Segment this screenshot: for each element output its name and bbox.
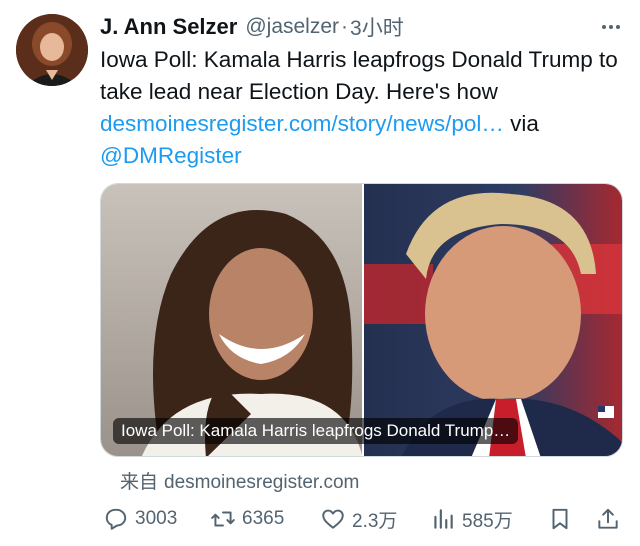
separator: · — [341, 15, 349, 38]
card-image — [101, 184, 622, 456]
display-name[interactable]: J. Ann Selzer — [100, 14, 237, 40]
retweet-count: 6365 — [242, 508, 285, 529]
views-button[interactable]: 585万 — [430, 506, 513, 533]
share-button[interactable] — [595, 506, 621, 532]
timestamp[interactable]: 3小时 — [350, 12, 404, 42]
like-button[interactable]: 2.3万 — [320, 506, 397, 533]
action-bar: 3003 6365 2.3万 585万 — [100, 502, 625, 536]
bookmark-icon — [552, 508, 568, 530]
article-link[interactable]: desmoinesregister.com/story/news/pol… — [100, 111, 504, 136]
avatar-image — [16, 14, 88, 86]
retweet-button[interactable]: 6365 — [210, 506, 284, 532]
retweet-icon — [211, 511, 235, 527]
avatar[interactable] — [16, 14, 88, 86]
views-icon — [434, 509, 453, 529]
share-icon — [598, 508, 618, 529]
like-count: 2.3万 — [352, 510, 398, 532]
reply-button[interactable]: 3003 — [103, 506, 177, 532]
tweet-text-via: via — [503, 111, 539, 136]
user-handle[interactable]: @jaselzer — [245, 15, 339, 39]
mention-link[interactable]: @DMRegister — [100, 143, 242, 168]
card-source[interactable]: 来自 desmoinesregister.com — [120, 467, 359, 494]
more-icon[interactable] — [602, 12, 620, 42]
reply-icon — [105, 508, 127, 530]
card-caption: Iowa Poll: Kamala Harris leapfrogs Donal… — [113, 418, 519, 444]
link-card[interactable]: Iowa Poll: Kamala Harris leapfrogs Donal… — [100, 183, 623, 457]
tweet-text-body: Iowa Poll: Kamala Harris leapfrogs Donal… — [100, 47, 618, 104]
views-count: 585万 — [462, 510, 513, 532]
bookmark-button[interactable] — [547, 506, 573, 532]
reply-count: 3003 — [135, 508, 178, 529]
like-icon — [322, 509, 344, 529]
tweet-text: Iowa Poll: Kamala Harris leapfrogs Donal… — [100, 44, 630, 172]
source-prefix: 来自 — [120, 472, 159, 493]
source-domain[interactable]: desmoinesregister.com — [164, 472, 359, 493]
tweet-header: J. Ann Selzer @jaselzer · 3小时 — [100, 12, 620, 42]
